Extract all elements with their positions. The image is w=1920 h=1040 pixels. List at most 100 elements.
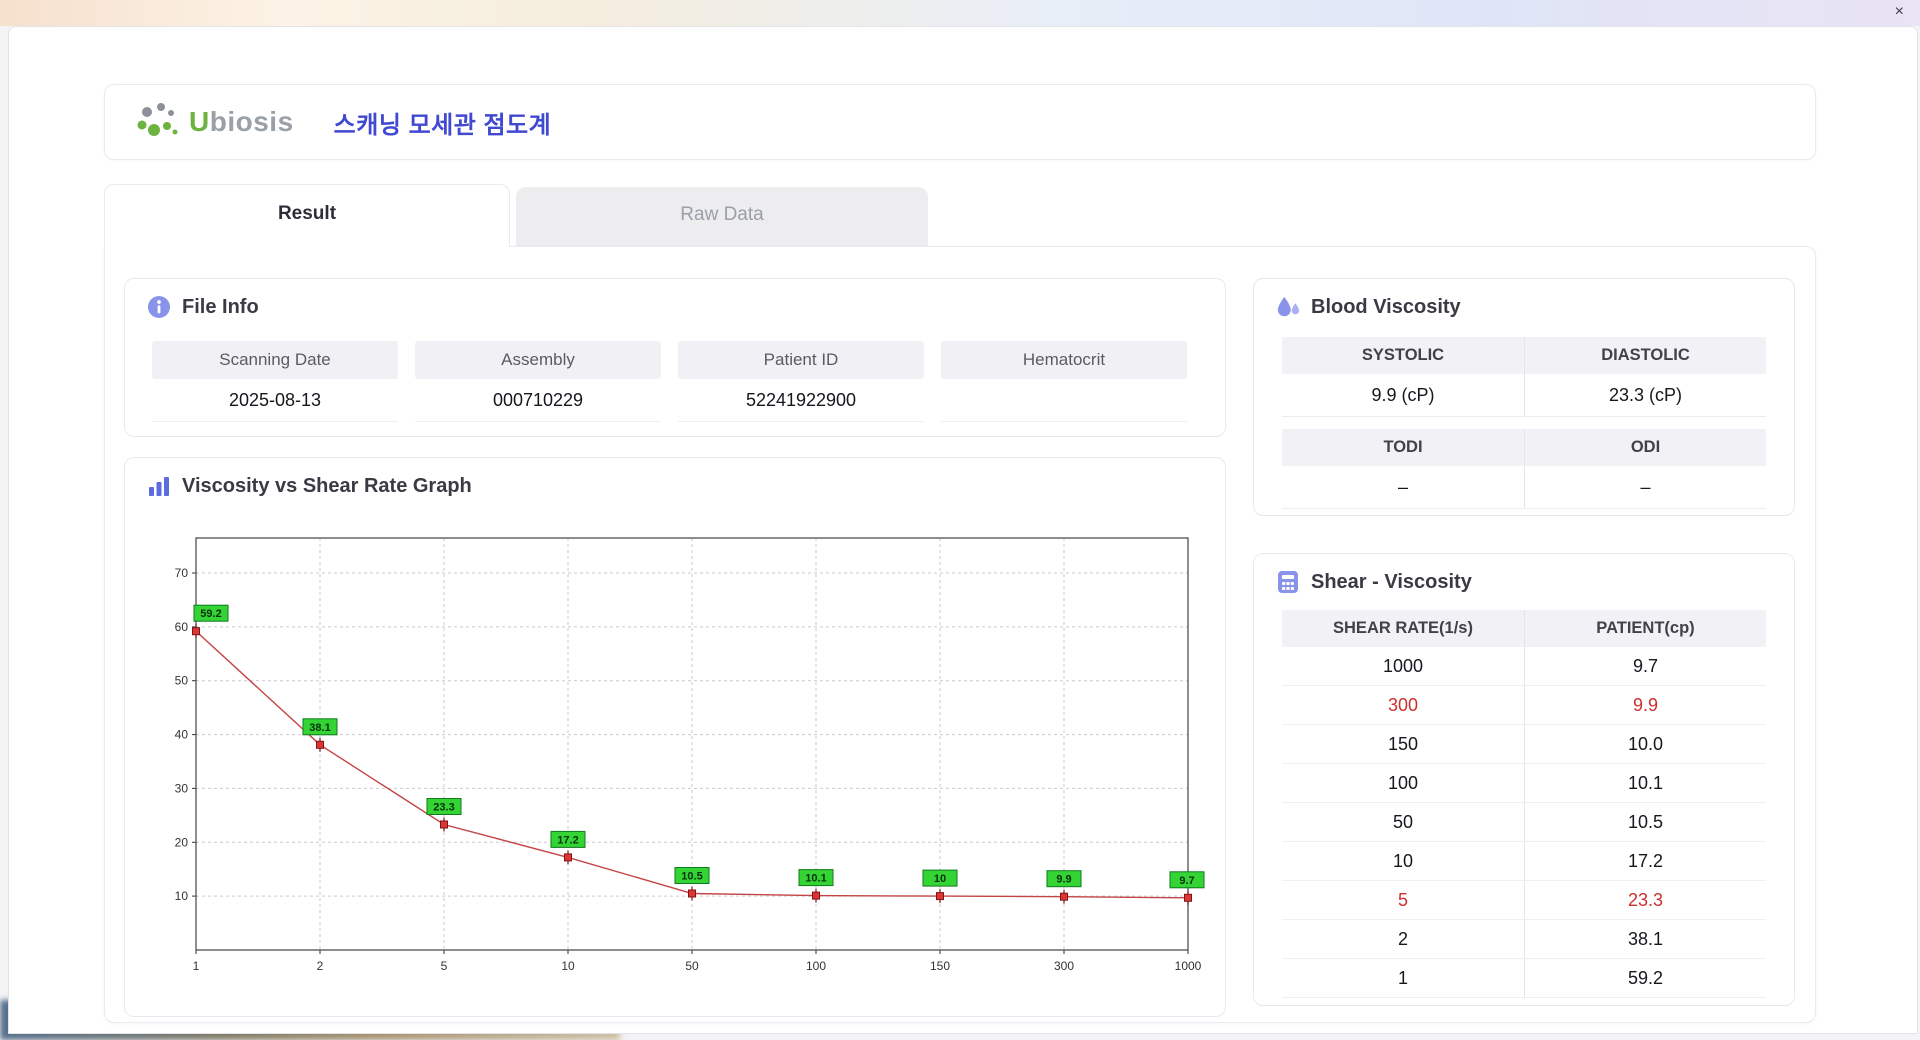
file-info-title: File Info (182, 295, 259, 318)
svg-text:10.5: 10.5 (681, 871, 702, 883)
field-label: Patient ID (678, 341, 924, 379)
svg-text:10: 10 (175, 889, 189, 903)
svg-text:5: 5 (441, 959, 448, 973)
blood-value-row: 9.9 (cP) 23.3 (cP) (1282, 374, 1766, 417)
shear-table-row: 2 38.1 (1282, 920, 1766, 959)
file-info-field-hematocrit: Hematocrit (941, 341, 1187, 422)
graph-card: Viscosity vs Shear Rate Graph 10 20 30 40 50… (124, 457, 1226, 1017)
logo-dots-icon (137, 103, 178, 136)
shear-rate-cell: 100 (1387, 772, 1419, 793)
svg-text:60: 60 (175, 620, 189, 634)
shear-rate-cell: 300 (1387, 694, 1419, 715)
file-info-field-assembly: Assembly 000710229 (415, 341, 661, 422)
svg-text:1: 1 (193, 959, 200, 973)
shear-rate-cell: 2 (1397, 928, 1408, 949)
svg-text:100: 100 (806, 959, 826, 973)
blood-viscosity-header: Blood Viscosity (1254, 279, 1794, 327)
field-value: 000710229 (415, 379, 661, 422)
patient-cell: 17.2 (1524, 842, 1766, 880)
shear-rate-cell: 50 (1392, 811, 1414, 832)
graph-header: Viscosity vs Shear Rate Graph (125, 458, 1225, 506)
field-label: Scanning Date (152, 341, 398, 379)
blood-viscosity-title: Blood Viscosity (1311, 295, 1461, 318)
svg-text:9.9: 9.9 (1056, 874, 1071, 886)
window-titlebar: × (0, 0, 1920, 26)
svg-text:70: 70 (175, 566, 189, 580)
blood-value-cell: – (1524, 466, 1766, 508)
blood-drop-icon (1277, 296, 1300, 317)
viscosity-chart-svg: 10 20 30 40 50 60 70 1 2 5 10 50 100 150 300 1000 59.2 38… (175, 537, 1205, 973)
blood-viscosity-table: SYSTOLIC DIASTOLIC 9.9 (cP) 23.3 (cP) TODI OD… (1282, 337, 1766, 509)
app-window: Ubiosis 스캐닝 모세관 점도계 Result Raw Data File… (8, 26, 1918, 1034)
blood-viscosity-group: SYSTOLIC DIASTOLIC 9.9 (cP) 23.3 (cP) (1282, 337, 1766, 417)
app-header: Ubiosis 스캐닝 모세관 점도계 (104, 84, 1816, 160)
field-label: Assembly (415, 341, 661, 379)
file-info-card: File Info Scanning Date 2025-08-13 Assembl… (124, 278, 1226, 437)
shear-rate-cell: 1000 (1382, 655, 1424, 676)
blood-value-cell: – (1397, 476, 1408, 497)
svg-text:23.3: 23.3 (433, 802, 454, 814)
shear-rate-cell: 1 (1397, 967, 1408, 988)
svg-text:1000: 1000 (1175, 959, 1202, 973)
patient-cell: 10.5 (1524, 803, 1766, 841)
file-info-field-scanning-date: Scanning Date 2025-08-13 (152, 341, 398, 422)
patient-cell: 10.1 (1524, 764, 1766, 802)
blood-value-cell: 23.3 (cP) (1524, 374, 1766, 416)
svg-text:300: 300 (1054, 959, 1074, 973)
shear-table-row: 10 17.2 (1282, 842, 1766, 881)
file-info-header: File Info (125, 279, 1225, 327)
shear-table-row: 50 10.5 (1282, 803, 1766, 842)
shear-table-row: 300 9.9 (1282, 686, 1766, 725)
blood-viscosity-group: TODI ODI – – (1282, 429, 1766, 509)
blood-header-cell: TODI (1383, 438, 1423, 456)
shear-rate-cell: 150 (1387, 733, 1419, 754)
svg-text:59.2: 59.2 (200, 608, 221, 620)
svg-text:40: 40 (175, 728, 189, 742)
patient-cell: 23.3 (1524, 881, 1766, 919)
shear-table-row: 1 59.2 (1282, 959, 1766, 998)
tab-result[interactable]: Result (104, 184, 510, 247)
blood-value-row: – – (1282, 466, 1766, 509)
viscosity-chart: 10 20 30 40 50 60 70 1 2 5 10 50 100 150 300 1000 59.2 38… (150, 530, 1212, 996)
patient-cell: 38.1 (1524, 920, 1766, 958)
shear-viscosity-title: Shear - Viscosity (1311, 570, 1472, 593)
patient-cell: 59.2 (1524, 959, 1766, 997)
graph-title: Viscosity vs Shear Rate Graph (182, 474, 472, 497)
svg-text:17.2: 17.2 (557, 834, 578, 846)
blood-header-cell: DIASTOLIC (1524, 337, 1766, 374)
shear-rate-cell: 10 (1392, 850, 1414, 871)
blood-header-cell: SYSTOLIC (1361, 346, 1445, 364)
field-value: 2025-08-13 (152, 379, 398, 422)
patient-cell: 10.0 (1524, 725, 1766, 763)
calculator-icon (1278, 571, 1298, 593)
blood-header-row: SYSTOLIC DIASTOLIC (1282, 337, 1766, 374)
blood-value-cell: 9.9 (cP) (1371, 384, 1435, 405)
desktop-background: × Ubiosis 스캐닝 모세관 점도계 Result Raw Data Fi… (0, 0, 1920, 1040)
close-button[interactable]: × (1895, 3, 1904, 21)
shear-table-row: 5 23.3 (1282, 881, 1766, 920)
ubiosis-logo: Ubiosis (135, 101, 294, 143)
shear-viscosity-card: Shear - Viscosity SHEAR RATE(1/s) PATIENT… (1253, 553, 1795, 1006)
shear-header-row: SHEAR RATE(1/s) PATIENT(cp) (1282, 610, 1766, 647)
svg-text:9.7: 9.7 (1179, 875, 1194, 887)
shear-table-row: 100 10.1 (1282, 764, 1766, 803)
tab-raw-data[interactable]: Raw Data (516, 187, 928, 247)
shear-rate-cell: 5 (1397, 889, 1408, 910)
svg-text:150: 150 (930, 959, 950, 973)
shear-header-cell: SHEAR RATE(1/s) (1333, 619, 1473, 637)
svg-text:38.1: 38.1 (309, 722, 330, 734)
field-value: 52241922900 (678, 379, 924, 422)
svg-text:10.1: 10.1 (805, 873, 826, 885)
file-info-field-patient-id: Patient ID 52241922900 (678, 341, 924, 422)
svg-text:10: 10 (934, 873, 946, 885)
logo-text: Ubiosis (189, 106, 294, 137)
svg-text:20: 20 (175, 835, 189, 849)
shear-table-row: 1000 9.7 (1282, 647, 1766, 686)
app-title: 스캐닝 모세관 점도계 (333, 111, 552, 139)
blood-header-row: TODI ODI (1282, 429, 1766, 466)
field-label: Hematocrit (941, 341, 1187, 379)
blood-header-cell: ODI (1524, 429, 1766, 466)
shear-viscosity-table: SHEAR RATE(1/s) PATIENT(cp) 1000 9.7 300 9.9 1… (1282, 610, 1766, 998)
file-info-fields: Scanning Date 2025-08-13 Assembly 000710229… (152, 341, 1187, 422)
svg-text:50: 50 (175, 674, 189, 688)
